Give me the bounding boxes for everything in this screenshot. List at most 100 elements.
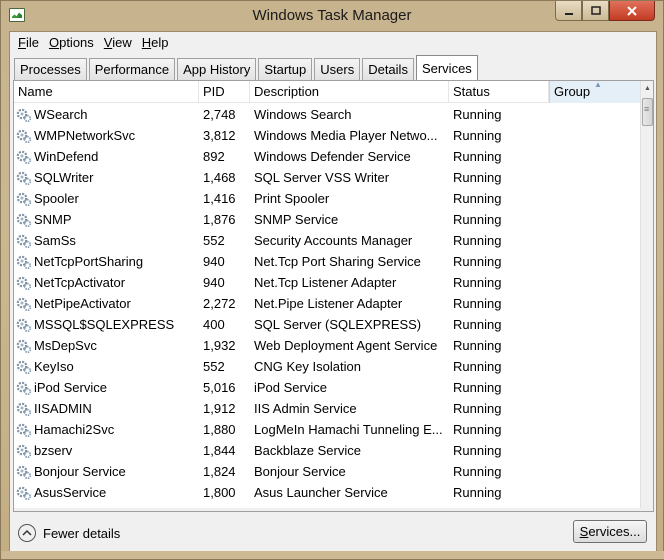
service-name-label: SNMP	[34, 212, 72, 227]
service-pid: 400	[203, 317, 225, 332]
service-description: CNG Key Isolation	[254, 359, 361, 374]
service-name-label: NetTcpActivator	[34, 275, 126, 290]
service-row[interactable]: KeyIso 552 CNG Key Isolation Running	[14, 356, 641, 377]
maximize-button[interactable]	[582, 1, 609, 21]
column-header-pid[interactable]: PID	[199, 81, 250, 103]
service-status: Running	[453, 359, 502, 374]
tab-startup[interactable]: Startup	[258, 58, 313, 80]
service-name: SQLWriter	[14, 167, 199, 188]
service-row[interactable]: MSSQL$SQLEXPRESS 400 SQL Server (SQLEXPRES…	[14, 314, 641, 335]
service-name: iPod Service	[14, 377, 199, 398]
column-header-description[interactable]: Description	[250, 81, 449, 103]
scroll-thumb[interactable]	[642, 98, 653, 126]
footer: Fewer details Services...	[10, 514, 656, 554]
gear-icon	[16, 171, 32, 185]
service-row[interactable]: Bonjour Service 1,824 Bonjour Service Runni…	[14, 461, 641, 482]
service-pid: 1,880	[203, 422, 236, 437]
menu-hotkey: F	[18, 35, 26, 50]
tab-processes[interactable]: Processes	[14, 58, 87, 80]
vertical-scrollbar[interactable]: ▲	[640, 81, 653, 511]
gear-icon	[16, 486, 32, 500]
service-description: LogMeIn Hamachi Tunneling E...	[254, 422, 443, 437]
close-button[interactable]	[609, 1, 655, 21]
service-row[interactable]: Spooler 1,416 Print Spooler Running	[14, 188, 641, 209]
service-pid: 1,800	[203, 485, 236, 500]
service-name-label: Bonjour Service	[34, 464, 126, 479]
service-row[interactable]: NetTcpActivator 940 Net.Tcp Listener Adapt…	[14, 272, 641, 293]
service-name-label: MsDepSvc	[34, 338, 97, 353]
service-row[interactable]: NetTcpPortSharing 940 Net.Tcp Port Sharing…	[14, 251, 641, 272]
minimize-icon	[564, 12, 573, 15]
service-row[interactable]: NetPipeActivator 2,272 Net.Pipe Listener A…	[14, 293, 641, 314]
service-status: Running	[453, 233, 502, 248]
service-group	[549, 125, 641, 146]
fewer-details-label: Fewer details	[43, 525, 121, 541]
tab-services[interactable]: Services	[415, 55, 478, 81]
service-pid: 552	[203, 233, 225, 248]
service-group	[549, 251, 641, 272]
service-row[interactable]: Hamachi2Svc 1,880 LogMeIn Hamachi Tunnelin…	[14, 419, 641, 440]
service-name-label: Hamachi2Svc	[34, 422, 115, 437]
task-manager-window: Windows Task Manager File Options View Help…	[0, 0, 664, 560]
service-group	[549, 230, 641, 251]
tab-app-history[interactable]: App History	[177, 58, 257, 80]
service-name-label: iPod Service	[34, 380, 107, 395]
gear-icon	[16, 234, 32, 248]
gear-icon	[16, 213, 32, 227]
service-row[interactable]: SQLWriter 1,468 SQL Server VSS Writer Runni…	[14, 167, 641, 188]
service-pid: 1,824	[203, 464, 236, 479]
service-row[interactable]: AsusService 1,800 Asus Launcher Service Run…	[14, 482, 641, 503]
service-row[interactable]: SamSs 552 Security Accounts Manager Running	[14, 230, 641, 251]
service-group	[549, 335, 641, 356]
title-bar[interactable]: Windows Task Manager	[1, 1, 663, 31]
service-name: Hamachi2Svc	[14, 419, 199, 440]
service-pid: 3,812	[203, 128, 236, 143]
service-row[interactable]: WinDefend 892 Windows Defender Service Runn…	[14, 146, 641, 167]
service-row[interactable]: WMPNetworkSvc 3,812 Windows Media Player N…	[14, 125, 641, 146]
menu-view[interactable]: View	[100, 32, 138, 53]
minimize-button[interactable]	[555, 1, 582, 21]
service-status: Running	[453, 212, 502, 227]
service-row[interactable]: SNMP 1,876 SNMP Service Running	[14, 209, 641, 230]
service-pid: 552	[203, 359, 225, 374]
service-description: Windows Search	[254, 107, 352, 122]
service-group	[549, 440, 641, 461]
maximize-icon	[590, 5, 601, 15]
service-row[interactable]: iPod Service 5,016 iPod Service Running	[14, 377, 641, 398]
service-row[interactable]: WSearch 2,748 Windows Search Running	[14, 104, 641, 125]
open-services-button[interactable]: Services...	[573, 520, 647, 543]
service-name: NetPipeActivator	[14, 293, 199, 314]
service-group	[549, 314, 641, 335]
service-name-label: WinDefend	[34, 149, 99, 164]
service-group	[549, 104, 641, 125]
service-name: MSSQL$SQLEXPRESS	[14, 314, 199, 335]
service-status: Running	[453, 401, 502, 416]
service-name-label: NetPipeActivator	[34, 296, 131, 311]
tab-performance[interactable]: Performance	[88, 58, 176, 80]
menu-help[interactable]: Help	[138, 32, 175, 53]
close-icon	[627, 5, 637, 16]
scroll-up-arrow-icon[interactable]: ▲	[641, 81, 654, 97]
column-header-status[interactable]: Status	[449, 81, 549, 103]
service-row[interactable]: IISADMIN 1,912 IIS Admin Service Running	[14, 398, 641, 419]
service-row[interactable]: bzserv 1,844 Backblaze Service Running	[14, 440, 641, 461]
column-header-name[interactable]: Name	[14, 81, 199, 103]
menu-label-rest: iew	[112, 35, 132, 50]
tab-users[interactable]: Users	[314, 58, 361, 80]
tab-details[interactable]: Details	[362, 58, 414, 80]
service-status: Running	[453, 191, 502, 206]
horizontal-scrollbar[interactable]	[14, 508, 641, 511]
menu-options[interactable]: Options	[45, 32, 100, 53]
fewer-details-toggle[interactable]: Fewer details	[18, 524, 120, 542]
service-name-label: Spooler	[34, 191, 79, 206]
service-description: Security Accounts Manager	[254, 233, 413, 248]
service-name: NetTcpActivator	[14, 272, 199, 293]
service-row[interactable]: MsDepSvc 1,932 Web Deployment Agent Servic…	[14, 335, 641, 356]
window-bottom-border	[1, 551, 664, 559]
menu-file[interactable]: File	[14, 32, 45, 53]
service-group	[549, 188, 641, 209]
service-description: Net.Tcp Port Sharing Service	[254, 254, 421, 269]
service-pid: 1,468	[203, 170, 236, 185]
gear-icon	[16, 318, 32, 332]
column-header-group[interactable]: ▲ Group	[549, 80, 641, 103]
